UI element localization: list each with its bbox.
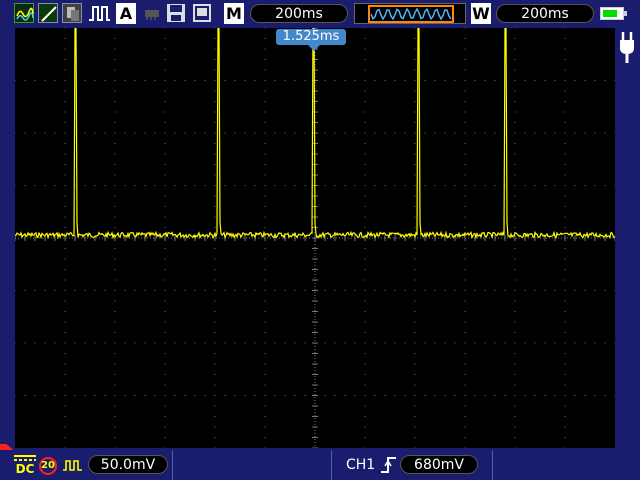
top-toolbar: A M 200ms W 200ms [0,0,640,28]
math-tag: M [224,3,244,24]
waveform-display[interactable] [15,28,615,448]
screen-icon[interactable] [192,3,212,23]
divider [492,450,493,480]
trigger-edge-icon[interactable] [380,455,398,479]
pulse-icon[interactable] [88,3,110,23]
waveform-icon[interactable] [14,3,34,23]
cursor-time-label: 1.525ms [276,29,346,45]
cursor-arrow [308,45,320,51]
persistence-icon[interactable] [62,3,82,23]
window-tag: W [471,3,491,24]
divider [331,450,332,480]
window-timebase-display[interactable]: 200ms [496,4,594,23]
bottom-status-bar: DC 20 50.0mV CH1 680mV [0,450,640,480]
ramp-icon[interactable] [38,3,58,23]
graticule [15,28,615,448]
square-wave-icon[interactable] [62,456,84,478]
coupling-indicator[interactable]: DC [14,455,36,477]
bandwidth-limit-value: 20 [41,460,55,471]
trigger-level-display[interactable]: 680mV [400,455,478,474]
chip-icon[interactable] [142,3,162,23]
window-waveform-icon[interactable] [354,3,466,24]
timebase-display[interactable]: 200ms [250,4,348,23]
trigger-source-label[interactable]: CH1 [346,456,375,475]
power-plug-icon [617,30,639,68]
cursor-time-value: 1.525ms [282,29,340,44]
coupling-label: DC [15,462,35,476]
volts-per-div-display[interactable]: 50.0mV [88,455,168,474]
divider [172,450,173,480]
bandwidth-limit-badge[interactable]: 20 [39,457,57,475]
auto-button[interactable]: A [116,3,136,24]
battery-icon [600,7,627,20]
save-icon[interactable] [166,3,186,23]
